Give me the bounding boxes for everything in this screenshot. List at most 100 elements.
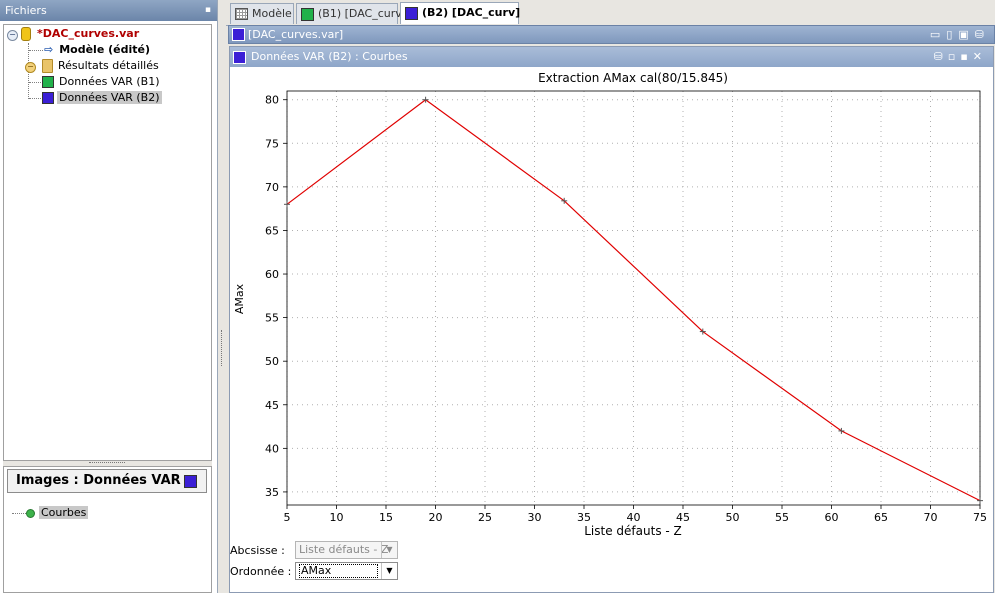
tree-guide-line xyxy=(29,50,43,51)
y-axis-label: AMax xyxy=(233,283,246,314)
x-tick-label: 25 xyxy=(478,511,492,524)
y-tick-label: 60 xyxy=(265,268,279,281)
database-icon[interactable]: ⛁ xyxy=(934,50,948,63)
x-tick-label: 5 xyxy=(284,511,291,524)
chart-series xyxy=(284,97,983,504)
y-tick-label: 45 xyxy=(265,399,279,412)
images-item-courbes[interactable]: Courbes xyxy=(10,505,88,521)
y-axis-ticks: 35 40 45 50 55 60 65 70 75 80 xyxy=(265,94,287,499)
y-tick-label: 35 xyxy=(265,486,279,499)
tree-item-b1[interactable]: Données VAR (B1) xyxy=(42,74,162,90)
chart-window-title: Données VAR (B2) : Courbes xyxy=(251,47,408,67)
green-dot-icon xyxy=(26,509,35,518)
splitter-grip xyxy=(89,462,125,463)
minimize-icon[interactable]: ▫ xyxy=(948,50,960,63)
splitter-grip xyxy=(221,330,222,366)
green-square-icon xyxy=(42,76,54,88)
tree-guide-line xyxy=(29,82,41,83)
abscisse-label: Abcsisse : xyxy=(230,544,285,557)
tree-item-model-label: Modèle (édité) xyxy=(57,43,152,56)
tab-b2-label: (B2) [DAC_curv] xyxy=(422,6,520,19)
x-tick-label: 45 xyxy=(676,511,690,524)
files-panel-header: Fichiers ▪ xyxy=(0,0,217,21)
tree-item-root-file[interactable]: *DAC_curves.var xyxy=(21,26,141,42)
tree-item-root-label: *DAC_curves.var xyxy=(35,27,141,40)
tab-modele[interactable]: Modèle xyxy=(230,3,294,24)
y-tick-label: 55 xyxy=(265,312,279,325)
x-tick-label: 35 xyxy=(577,511,591,524)
tab-b2[interactable]: (B2) [DAC_curv] xyxy=(400,2,519,24)
ordonnee-label: Ordonnée : xyxy=(230,565,291,578)
y-tick-label: 75 xyxy=(265,137,279,150)
database-icon[interactable]: ⛁ xyxy=(975,28,990,41)
blue-square-icon xyxy=(232,28,245,41)
y-tick-label: 80 xyxy=(265,94,279,107)
tree-item-results[interactable]: Résultats détaillés xyxy=(42,58,161,74)
close-icon[interactable]: ✕ xyxy=(973,50,987,63)
document-title: [DAC_curves.var] xyxy=(248,26,343,43)
tree-item-b2[interactable]: Données VAR (B2) xyxy=(42,90,162,106)
x-tick-label: 15 xyxy=(379,511,393,524)
arrow-right-icon: ⇨ xyxy=(44,43,53,56)
images-panel: Images : Données VAR Courbes xyxy=(3,466,212,593)
document-titlebar: [DAC_curves.var] ▭▯▣⛁ xyxy=(228,25,995,44)
x-tick-label: 20 xyxy=(429,511,443,524)
chart-grid xyxy=(287,91,980,505)
chart-window-titlebar: Données VAR (B2) : Courbes ⛁▫▪✕ xyxy=(230,47,993,67)
files-panel: Fichiers ▪ − *DAC_curves.var ⇨ Modèle (éd… xyxy=(0,0,218,593)
blue-square-icon xyxy=(233,51,246,64)
grid-icon xyxy=(235,8,248,20)
y-tick-label: 70 xyxy=(265,181,279,194)
image-icon[interactable]: ▣ xyxy=(958,28,974,41)
blue-square-icon xyxy=(42,92,54,104)
x-tick-label: 70 xyxy=(924,511,938,524)
tab-b1[interactable]: (B1) [DAC_curv] xyxy=(296,3,398,24)
layout-icon[interactable]: ▭ xyxy=(930,28,946,41)
x-tick-label: 65 xyxy=(874,511,888,524)
file-tree: − *DAC_curves.var ⇨ Modèle (édité) − Résu… xyxy=(3,24,212,461)
y-tick-label: 50 xyxy=(265,355,279,368)
blue-square-icon xyxy=(405,7,418,20)
y-tick-label: 65 xyxy=(265,224,279,237)
chevron-down-icon: ▼ xyxy=(381,563,397,579)
abscisse-select[interactable]: Liste défauts - Z ▼ xyxy=(295,541,398,559)
ordonnee-select-value: AMax xyxy=(299,564,378,578)
chart: Extraction AMax cal(80/15.845) 354045505… xyxy=(230,67,992,537)
images-item-courbes-label: Courbes xyxy=(39,506,88,519)
x-tick-label: 40 xyxy=(627,511,641,524)
tab-b1-label: (B1) [DAC_curv] xyxy=(318,7,406,20)
x-tick-label: 75 xyxy=(973,511,987,524)
abscisse-select-value: Liste défauts - Z xyxy=(299,543,388,556)
restore-icon[interactable]: ▪ xyxy=(960,50,972,63)
x-axis-ticks: 5 10 15 20 25 30 35 40 45 50 55 60 65 70 75 xyxy=(284,505,988,524)
x-tick-label: 55 xyxy=(775,511,789,524)
ordonnee-select[interactable]: AMax ▼ xyxy=(295,562,398,580)
collapse-icon[interactable]: − xyxy=(7,30,18,41)
y-tick-label: 40 xyxy=(265,442,279,455)
tree-item-b2-label: Données VAR (B2) xyxy=(57,91,162,104)
x-tick-label: 30 xyxy=(528,511,542,524)
data-point-marker xyxy=(977,498,983,504)
x-tick-label: 60 xyxy=(825,511,839,524)
expand-icon[interactable]: − xyxy=(25,62,36,73)
document-tabbar: Modèle (B1) [DAC_curv] (B2) [DAC_curv] xyxy=(226,0,995,26)
blue-square-icon xyxy=(184,475,197,488)
x-axis-label: Liste défauts - Z xyxy=(584,524,682,537)
folder-icon xyxy=(42,59,53,73)
document-toolbar: ▭▯▣⛁ xyxy=(930,26,990,43)
x-tick-label: 50 xyxy=(726,511,740,524)
images-panel-title: Images : Données VAR xyxy=(7,469,207,493)
tree-item-results-label: Résultats détaillés xyxy=(56,59,161,72)
new-document-icon[interactable]: ▯ xyxy=(946,28,958,41)
tree-item-model[interactable]: ⇨ Modèle (édité) xyxy=(44,42,152,58)
x-tick-label: 10 xyxy=(330,511,344,524)
plot-area xyxy=(287,91,980,505)
vertical-splitter[interactable] xyxy=(218,0,226,593)
series-line xyxy=(287,100,980,501)
files-panel-title: Fichiers xyxy=(5,4,47,17)
pin-icon[interactable]: ▪ xyxy=(205,0,211,21)
tree-item-b1-label: Données VAR (B1) xyxy=(57,75,162,88)
tab-modele-label: Modèle xyxy=(252,7,292,20)
chevron-down-icon: ▼ xyxy=(381,542,397,558)
chart-title: Extraction AMax cal(80/15.845) xyxy=(538,71,728,85)
